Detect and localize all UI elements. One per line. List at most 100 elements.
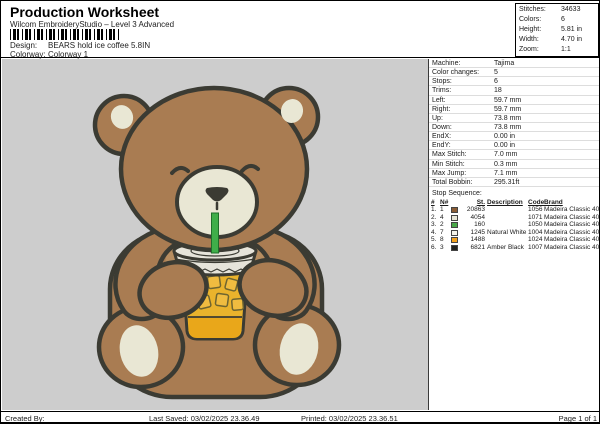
thread-color-swatch (451, 215, 458, 221)
stats-row: Stitches:34633 (516, 5, 598, 15)
machine-info-row: Max Stitch:7.0 mm (429, 150, 600, 159)
stop-sequence-row: 4. 7 1245 Natural White 1004 Madeira Cla… (431, 229, 600, 237)
stats-value: 6 (561, 15, 565, 25)
thread-color-swatch (451, 230, 458, 236)
stop-sequence-row: 5. 8 1488 1024 Madeira Classic 40 (431, 236, 600, 244)
machine-info-label: Max Stitch: (432, 150, 494, 158)
row-num: 5. (431, 236, 440, 244)
worksheet-header: Production Worksheet Wilcom EmbroiderySt… (1, 1, 600, 58)
thread-code: 1004 (528, 229, 544, 237)
thread-brand: Madeira Classic 40 (544, 236, 600, 244)
design-row: Design:BEARS hold ice coffee 5.8IN (10, 41, 150, 50)
machine-info-value: 7.0 mm (494, 150, 517, 158)
row-num: 2. (431, 214, 440, 222)
thread-description: Natural White (487, 229, 528, 237)
col-code: Code (528, 199, 544, 207)
row-num: 3. (431, 221, 440, 229)
design-barcode (10, 29, 206, 40)
stats-value: 4.70 in (561, 35, 582, 45)
stats-row: Width:4.70 in (516, 35, 598, 45)
machine-info-row: Max Jump:7.1 mm (429, 169, 600, 178)
stats-label: Stitches: (519, 5, 561, 15)
machine-info-row: EndY:0.00 in (429, 141, 600, 150)
stitch-count: 4054 (461, 214, 487, 222)
machine-info-label: EndY: (432, 141, 494, 149)
stop-sequence-table: # N# St. Description Code Brand1. 1 2086… (429, 199, 600, 252)
machine-info-row: Total Bobbin:295.31ft (429, 178, 600, 187)
info-panel: Machine:TajimaColor changes:5Stops:6Trim… (428, 59, 600, 410)
machine-info-row: EndX:0.00 in (429, 132, 600, 141)
page-number-label: Page 1 of 1 (559, 414, 597, 423)
machine-info-label: Up: (432, 114, 494, 122)
machine-info-value: 7.1 mm (494, 169, 517, 177)
machine-info-value: 0.00 in (494, 141, 515, 149)
stitch-count: 1488 (461, 236, 487, 244)
needle-number: 4 (440, 214, 451, 222)
machine-info-row: Color changes:5 (429, 68, 600, 77)
machine-info-value: 295.31ft (494, 178, 519, 186)
stats-label: Zoom: (519, 45, 561, 55)
stats-value: 1:1 (561, 45, 571, 55)
colorway-name: Colorway 1 (48, 50, 88, 59)
stitch-count: 20863 (461, 206, 487, 214)
machine-info-label: Total Bobbin: (432, 178, 494, 186)
worksheet-footer: Created By: Last Saved: 03/02/2025 23.36… (1, 411, 600, 424)
thread-color-swatch (451, 222, 458, 228)
row-num: 6. (431, 244, 440, 252)
thread-brand: Madeira Classic 40 (544, 214, 600, 222)
colorway-row: Colorway:Colorway 1 (10, 50, 88, 59)
stats-label: Colors: (519, 15, 561, 25)
stats-label: Height: (519, 25, 561, 35)
thread-color-swatch (451, 237, 458, 243)
stitch-count: 160 (461, 221, 487, 229)
thread-code: 1024 (528, 236, 544, 244)
thread-code: 1050 (528, 221, 544, 229)
machine-info-label: Max Jump: (432, 169, 494, 177)
col-brand: Brand (544, 199, 600, 207)
row-num: 4. (431, 229, 440, 237)
needle-number: 8 (440, 236, 451, 244)
machine-info-value: 0.3 mm (494, 160, 517, 168)
stats-row: Zoom:1:1 (516, 45, 598, 55)
stats-row: Colors:6 (516, 15, 598, 25)
design-name: BEARS hold ice coffee 5.8IN (48, 41, 150, 50)
col-needle: N# (440, 199, 451, 207)
col-description: Description (487, 199, 528, 207)
colorway-label: Colorway: (10, 50, 48, 59)
bear-embroidery-design (2, 59, 428, 410)
stats-label: Width: (519, 35, 561, 45)
machine-info-label: Left: (432, 96, 494, 104)
stitch-count: 1245 (461, 229, 487, 237)
machine-info-value: 6 (494, 77, 498, 85)
thread-brand: Madeira Classic 40 (544, 244, 600, 252)
thread-code: 1056 (528, 206, 544, 214)
created-by-label: Created By: (5, 414, 45, 423)
machine-info-value: 0.00 in (494, 132, 515, 140)
printed-label: Printed: 03/02/2025 23.36.51 (301, 414, 398, 423)
machine-info-label: Machine: (432, 59, 494, 67)
machine-info-label: Trims: (432, 86, 494, 94)
machine-info-row: Trims:18 (429, 86, 600, 95)
page-title: Production Worksheet (10, 4, 159, 20)
production-worksheet-page: Production Worksheet Wilcom EmbroiderySt… (0, 0, 600, 424)
needle-number: 2 (440, 221, 451, 229)
stitch-count: 6821 (461, 244, 487, 252)
thread-code: 1071 (528, 214, 544, 222)
needle-number: 3 (440, 244, 451, 252)
machine-info-value: 73.8 mm (494, 123, 521, 131)
thread-color-swatch (451, 245, 458, 251)
needle-number: 1 (440, 206, 451, 214)
machine-info-row: Up:73.8 mm (429, 114, 600, 123)
machine-info-label: EndX: (432, 132, 494, 140)
machine-info-label: Color changes: (432, 68, 494, 76)
stop-sequence-row: 6. 3 6821 Amber Black 1007 Madeira Class… (431, 244, 600, 252)
machine-info-label: Min Stitch: (432, 160, 494, 168)
machine-info-table: Machine:TajimaColor changes:5Stops:6Trim… (429, 59, 600, 187)
col-num: # (431, 199, 440, 207)
machine-info-value: 59.7 mm (494, 105, 521, 113)
machine-info-row: Right:59.7 mm (429, 105, 600, 114)
stop-sequence-header: # N# St. Description Code Brand (431, 199, 600, 207)
design-canvas (2, 59, 428, 410)
machine-info-value: 73.8 mm (494, 114, 521, 122)
machine-info-label: Right: (432, 105, 494, 113)
